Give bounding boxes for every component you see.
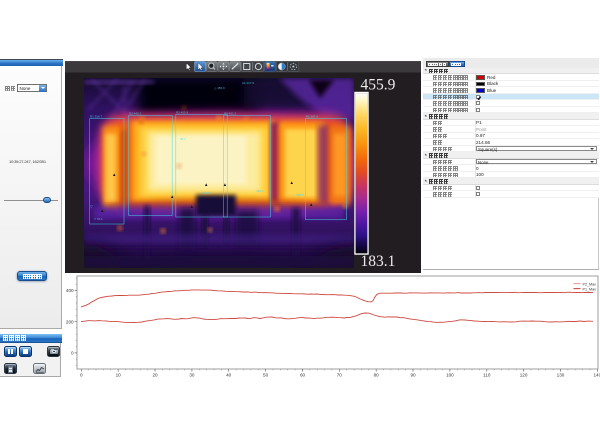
svg-text:80: 80 xyxy=(374,372,380,377)
svg-text:110: 110 xyxy=(483,372,491,377)
svg-text:20: 20 xyxy=(152,372,158,377)
svg-text:▽: ▽ xyxy=(90,205,93,209)
svg-text:R4 451.2: R4 451.2 xyxy=(224,111,237,115)
svg-text:100: 100 xyxy=(446,372,454,377)
svg-text:90: 90 xyxy=(410,372,416,377)
svg-text:120: 120 xyxy=(520,372,528,377)
svg-text:60: 60 xyxy=(300,372,306,377)
svg-text:R1 356.7: R1 356.7 xyxy=(90,115,103,119)
svg-text:P1_Max: P1_Max xyxy=(583,287,597,291)
svg-text:R5 387.4: R5 387.4 xyxy=(306,115,319,119)
svg-text:130: 130 xyxy=(557,372,565,377)
svg-text:432.6: 432.6 xyxy=(202,191,210,195)
svg-text:A1 217.9: A1 217.9 xyxy=(242,81,254,85)
svg-text:0: 0 xyxy=(80,372,83,377)
svg-text:40: 40 xyxy=(226,372,232,377)
svg-text:R3 455.9: R3 455.9 xyxy=(176,110,189,114)
svg-text:Y 76.1: Y 76.1 xyxy=(94,217,103,221)
svg-text:400: 400 xyxy=(66,288,74,293)
svg-text:P2_Max: P2_Max xyxy=(583,282,597,286)
svg-text:△ 455.9: △ 455.9 xyxy=(214,86,225,90)
svg-text:70: 70 xyxy=(337,372,343,377)
svg-text:R2 442.1: R2 442.1 xyxy=(129,111,142,115)
svg-text:440.2: 440.2 xyxy=(256,189,264,193)
svg-text:455.9: 455.9 xyxy=(361,77,396,94)
svg-text:200: 200 xyxy=(66,319,74,324)
svg-text:40.1: 40.1 xyxy=(180,137,186,141)
svg-text:183.1: 183.1 xyxy=(361,253,396,270)
svg-text:0: 0 xyxy=(71,351,74,356)
svg-text:10: 10 xyxy=(116,372,122,377)
svg-text:398.5: 398.5 xyxy=(296,193,304,197)
svg-text:140: 140 xyxy=(593,372,600,377)
svg-text:50: 50 xyxy=(263,372,269,377)
svg-text:30: 30 xyxy=(189,372,195,377)
